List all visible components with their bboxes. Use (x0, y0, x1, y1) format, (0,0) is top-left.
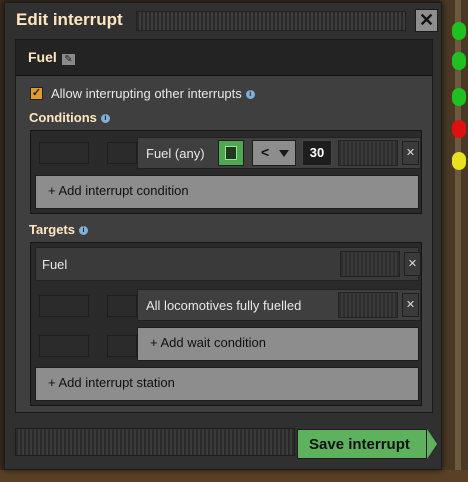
empty-slot (107, 142, 137, 164)
targets-box: Fuel ✕ All locomotives fully fuelled ✕ +… (30, 242, 422, 406)
add-wait-condition-button[interactable]: + Add wait condition (137, 327, 419, 361)
add-wait-condition-label: + Add wait condition (150, 335, 266, 350)
close-button[interactable]: ✕ (415, 9, 438, 32)
interrupt-header: Fuel ✎ (16, 40, 432, 76)
drag-handle[interactable] (136, 11, 406, 31)
allow-interrupting-text: Allow interrupting other interrupts (51, 86, 242, 101)
station-name: Fuel (42, 257, 68, 272)
conditions-box: Fuel (any) < 30 ✕ + Add interrupt condit… (30, 130, 422, 214)
rename-button[interactable]: ✎ (61, 53, 76, 66)
condition-value-input[interactable]: 30 (302, 140, 332, 166)
wait-condition-row[interactable]: All locomotives fully fuelled ✕ (137, 289, 421, 321)
condition-row[interactable]: Fuel (any) < 30 ✕ (137, 137, 421, 169)
info-icon[interactable]: i (245, 90, 255, 100)
empty-slot (39, 335, 89, 357)
add-interrupt-condition-button[interactable]: + Add interrupt condition (35, 175, 419, 209)
condition-drag-handle[interactable] (338, 140, 398, 166)
save-interrupt-button[interactable]: Save interrupt (297, 429, 427, 459)
allow-interrupting-checkbox[interactable]: ✓ (30, 87, 43, 100)
info-icon[interactable]: i (100, 114, 110, 124)
conditions-label-text: Conditions (29, 110, 97, 125)
rail-track (455, 0, 461, 482)
signal-green-icon (452, 52, 466, 70)
info-icon[interactable]: i (79, 226, 88, 236)
empty-slot (39, 295, 89, 317)
game-world-background (440, 0, 468, 482)
empty-slot (107, 335, 137, 357)
signal-green-icon (452, 88, 466, 106)
add-interrupt-condition-label: + Add interrupt condition (48, 183, 189, 198)
comparator-dropdown[interactable]: < (252, 140, 296, 166)
signal-red-icon (452, 120, 466, 138)
conditions-label: Conditions i (29, 110, 110, 125)
signal-green-icon (452, 22, 466, 40)
signal-yellow-icon (452, 152, 466, 170)
fuel-selector[interactable] (218, 140, 244, 166)
pencil-icon: ✎ (64, 54, 73, 65)
title-bar: Edit interrupt ✕ (5, 3, 441, 37)
station-drag-handle[interactable] (340, 251, 400, 277)
wait-condition-drag-handle[interactable] (338, 292, 398, 318)
allow-interrupting-label: Allow interrupting other interrupts i (51, 86, 255, 101)
edit-interrupt-dialog: Edit interrupt ✕ Fuel ✎ ✓ Allow interrup… (4, 2, 442, 470)
condition-label: Fuel (any) (146, 146, 205, 161)
empty-slot (39, 142, 89, 164)
footer-drag-handle[interactable] (15, 428, 295, 456)
wait-condition-label: All locomotives fully fuelled (146, 298, 302, 313)
station-row[interactable]: Fuel ✕ (35, 247, 421, 281)
save-interrupt-label: Save interrupt (309, 436, 410, 453)
empty-slot (107, 295, 137, 317)
chevron-down-icon (279, 150, 289, 157)
save-arrow-icon[interactable] (427, 429, 437, 459)
fuel-icon (225, 146, 237, 160)
add-interrupt-station-label: + Add interrupt station (48, 375, 175, 390)
comparator-value: < (261, 144, 270, 160)
game-world-ground (0, 470, 468, 482)
targets-label: Targets i (29, 222, 88, 237)
interrupt-name: Fuel (28, 49, 57, 65)
interrupt-panel: Fuel ✎ ✓ Allow interrupting other interr… (15, 39, 433, 413)
remove-station-button[interactable]: ✕ (404, 252, 421, 276)
remove-wait-condition-button[interactable]: ✕ (402, 293, 419, 317)
remove-condition-button[interactable]: ✕ (402, 141, 419, 165)
add-interrupt-station-button[interactable]: + Add interrupt station (35, 367, 419, 401)
targets-label-text: Targets (29, 222, 75, 237)
dialog-title: Edit interrupt (16, 10, 123, 29)
